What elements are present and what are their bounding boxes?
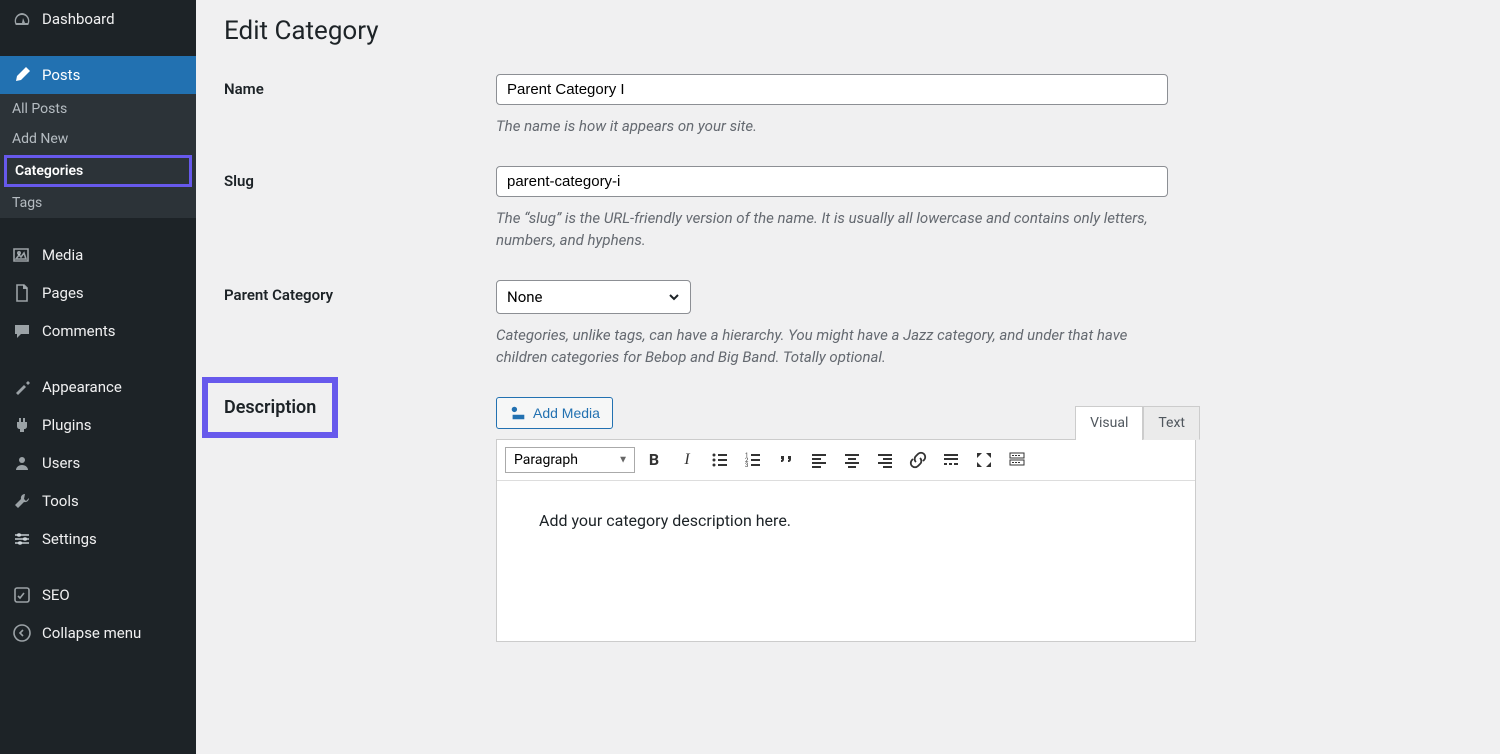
submenu-tags[interactable]: Tags [0,188,196,218]
add-media-button[interactable]: Add Media [496,397,613,429]
name-label: Name [224,74,496,98]
menu-tools[interactable]: Tools [0,482,196,520]
insert-more-button[interactable] [937,446,965,474]
menu-collapse[interactable]: Collapse menu [0,614,196,652]
tab-visual[interactable]: Visual [1075,406,1143,440]
media-icon [509,404,527,422]
menu-posts[interactable]: Posts [0,56,196,94]
menu-pages[interactable]: Pages [0,274,196,312]
slug-input[interactable] [496,166,1168,197]
menu-comments[interactable]: Comments [0,312,196,350]
fullscreen-button[interactable] [970,446,998,474]
parent-help: Categories, unlike tags, can have a hier… [496,324,1156,369]
description-textarea[interactable]: Add your category description here. [497,481,1195,641]
name-input[interactable] [496,74,1168,105]
menu-users[interactable]: Users [0,444,196,482]
align-center-button[interactable] [838,446,866,474]
menu-appearance[interactable]: Appearance [0,368,196,406]
menu-plugins[interactable]: Plugins [0,406,196,444]
page-title: Edit Category [224,16,1472,46]
editor-toolbar: Paragraph▼ B I 123 [497,440,1195,481]
tab-text[interactable]: Text [1143,406,1200,440]
description-editor: Paragraph▼ B I 123 Add you [496,439,1196,642]
numbered-list-button[interactable]: 123 [739,446,767,474]
description-label: Description [202,377,338,438]
bullet-list-button[interactable] [706,446,734,474]
slug-label: Slug [224,166,496,190]
italic-button[interactable]: I [673,446,701,474]
parent-label: Parent Category [224,280,496,304]
submenu-categories[interactable]: Categories [4,155,192,187]
admin-sidebar: Dashboard Posts All Posts Add New Catego… [0,0,196,754]
menu-settings[interactable]: Settings [0,520,196,558]
name-help: The name is how it appears on your site. [496,115,1156,138]
slug-help: The “slug” is the URL-friendly version o… [496,207,1156,252]
toolbar-toggle-button[interactable] [1003,446,1031,474]
link-button[interactable] [904,446,932,474]
menu-seo[interactable]: SEO [0,576,196,614]
format-select[interactable]: Paragraph▼ [505,447,635,473]
menu-media[interactable]: Media [0,236,196,274]
submenu-all-posts[interactable]: All Posts [0,94,196,124]
svg-text:3: 3 [745,462,748,469]
align-left-button[interactable] [805,446,833,474]
bold-button[interactable]: B [640,446,668,474]
menu-dashboard[interactable]: Dashboard [0,0,196,38]
align-right-button[interactable] [871,446,899,474]
quote-button[interactable] [772,446,800,474]
submenu-add-new[interactable]: Add New [0,124,196,154]
parent-select[interactable]: None [496,280,691,314]
